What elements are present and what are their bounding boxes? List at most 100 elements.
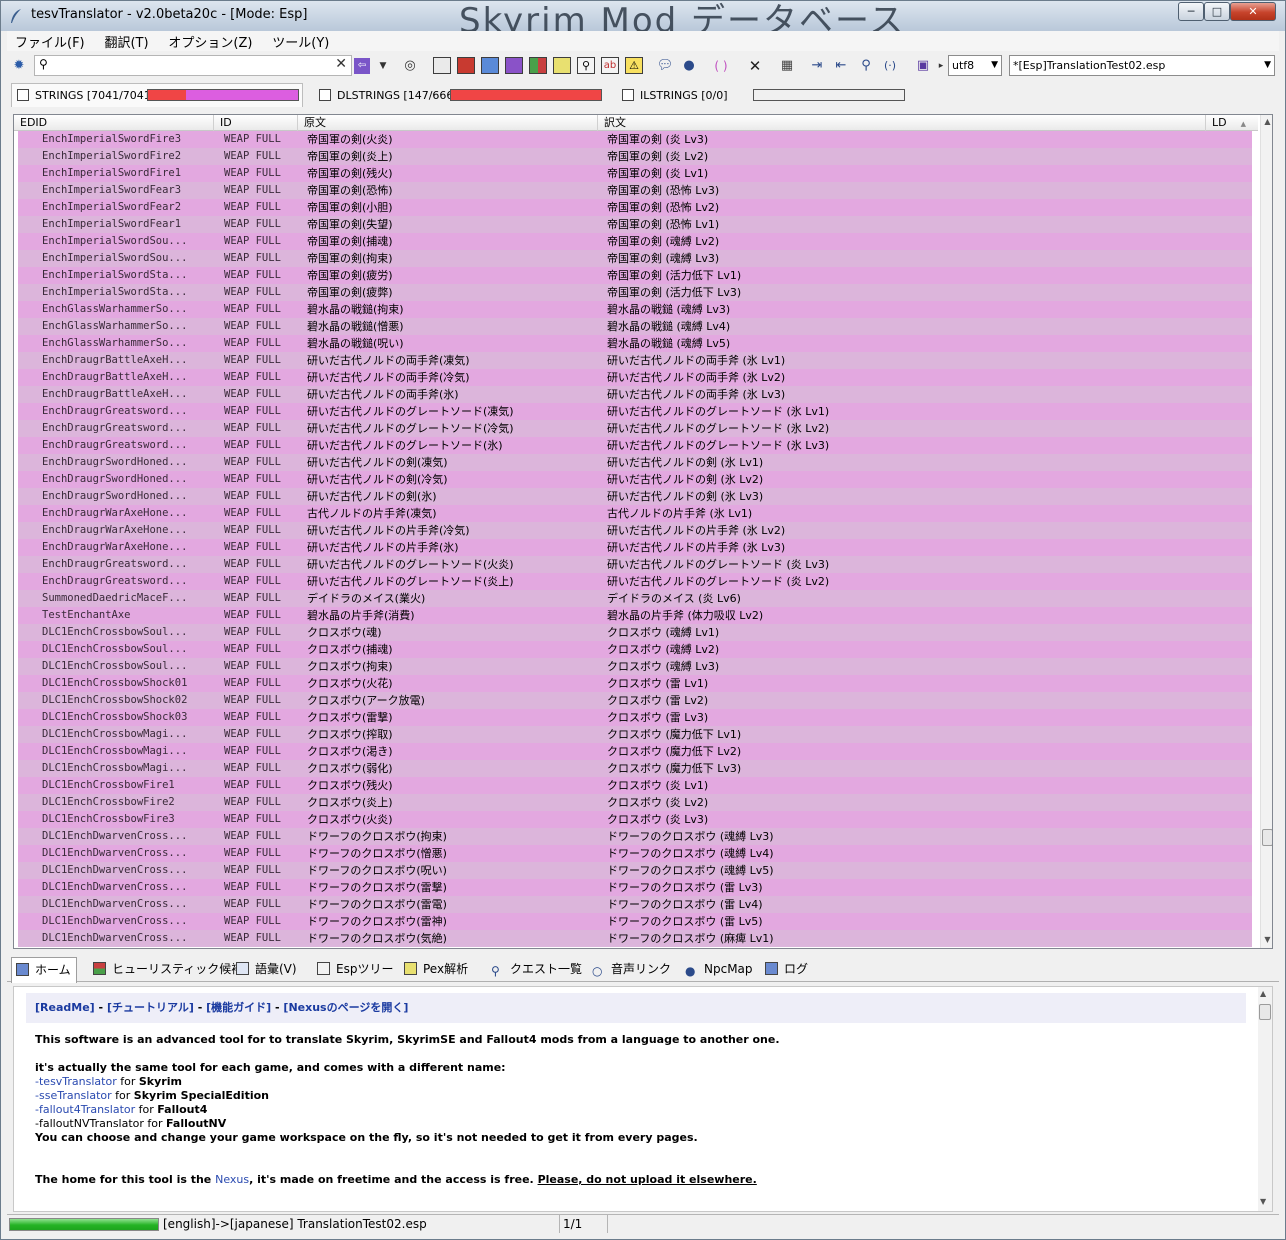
table-row[interactable]: SummonedDaedricMaceF... WEAP FULL デイドラのメイス… xyxy=(18,590,1252,607)
table-row[interactable]: EnchDraugrSwordHoned... WEAP FULL 研いだ古代ノルド… xyxy=(18,471,1252,488)
clear-search-icon[interactable]: ✕ xyxy=(335,56,347,72)
tab-heuristic[interactable]: ヒューリスティック候補 xyxy=(89,957,243,981)
home-scrollbar[interactable]: ▲ ▼ xyxy=(1258,987,1272,1211)
table-row[interactable]: DLC1EnchDwarvenCross... WEAP FULL ドワーフのクロス… xyxy=(18,828,1252,845)
table-row[interactable]: DLC1EnchCrossbowFire3 WEAP FULL クロスボウ(火炎) ク… xyxy=(18,811,1252,828)
table-row[interactable]: DLC1EnchDwarvenCross... WEAP FULL ドワーフのクロス… xyxy=(18,896,1252,913)
grid-scrollbar[interactable]: ▲ ▼ xyxy=(1260,115,1272,948)
home-scroll-down-icon[interactable]: ▼ xyxy=(1260,1197,1266,1206)
table-row[interactable]: EnchGlassWarhammerSo... WEAP FULL 碧水晶の戦鎚(憎… xyxy=(18,318,1252,335)
title-bar[interactable]: tesvTranslator - v2.0beta20c - [Mode: Es… xyxy=(1,1,1285,41)
tutorial-link[interactable]: [チュートリアル] xyxy=(107,1001,194,1014)
table-row[interactable]: DLC1EnchDwarvenCross... WEAP FULL ドワーフのクロス… xyxy=(18,862,1252,879)
table-row[interactable]: DLC1EnchCrossbowShock03 WEAP FULL クロスボウ(雷撃… xyxy=(18,709,1252,726)
export-icon[interactable]: ⇥ xyxy=(807,56,827,76)
tab-quests[interactable]: ⚲ クエスト一覧 xyxy=(487,957,582,981)
table-row[interactable]: EnchImperialSwordFear1 WEAP FULL 帝国軍の剣(失望)… xyxy=(18,216,1252,233)
table-row[interactable]: EnchDraugrBattleAxeH... WEAP FULL 研いだ古代ノルド… xyxy=(18,369,1252,386)
column-ld[interactable]: LD ▲ xyxy=(1206,115,1258,131)
home-scroll-up-icon[interactable]: ▲ xyxy=(1260,989,1266,998)
comment-icon[interactable]: 💬︎ xyxy=(655,56,675,76)
column-edid[interactable]: EDID xyxy=(14,115,214,131)
table-row[interactable]: DLC1EnchDwarvenCross... WEAP FULL ドワーフのクロス… xyxy=(18,930,1252,947)
back-arrow-icon[interactable]: ⇦ xyxy=(354,58,370,74)
table-row[interactable]: DLC1EnchDwarvenCross... WEAP FULL ドワーフのクロス… xyxy=(18,845,1252,862)
image-icon[interactable]: ▣ xyxy=(913,56,933,76)
grid-scroll-thumb[interactable] xyxy=(1262,829,1272,846)
close-button[interactable]: ✕ xyxy=(1230,2,1276,21)
table-row[interactable]: DLC1EnchDwarvenCross... WEAP FULL ドワーフのクロス… xyxy=(18,913,1252,930)
import-icon[interactable]: ⇤ xyxy=(831,56,851,76)
scroll-up-icon[interactable]: ▲ xyxy=(1262,117,1272,126)
table-row[interactable]: DLC1EnchCrossbowSoul... WEAP FULL クロスボウ(魂)… xyxy=(18,624,1252,641)
table-icon[interactable]: ▦ xyxy=(777,56,797,76)
column-source[interactable]: 原文 xyxy=(298,115,598,131)
feature-guide-link[interactable]: [機能ガイド] xyxy=(206,1001,271,1014)
ilstrings-tab[interactable]: ILSTRINGS [0/0] xyxy=(622,85,727,107)
table-row[interactable]: DLC1EnchCrossbowSoul... WEAP FULL クロスボウ(拘束… xyxy=(18,658,1252,675)
table-row[interactable]: EnchDraugrGreatsword... WEAP FULL 研いだ古代ノルド… xyxy=(18,437,1252,454)
table-row[interactable]: EnchImperialSwordSta... WEAP FULL 帝国軍の剣(疲弊… xyxy=(18,284,1252,301)
table-row[interactable]: EnchImperialSwordFear2 WEAP FULL 帝国軍の剣(小胆)… xyxy=(18,199,1252,216)
table-row[interactable]: EnchImperialSwordSou... WEAP FULL 帝国軍の剣(拘束… xyxy=(18,250,1252,267)
table-row[interactable]: DLC1EnchCrossbowMagi... WEAP FULL クロスボウ(搾取… xyxy=(18,726,1252,743)
column-id[interactable]: ID xyxy=(214,115,298,131)
nexus-page-link[interactable]: [Nexusのページを開く] xyxy=(283,1001,408,1014)
table-row[interactable]: EnchDraugrBattleAxeH... WEAP FULL 研いだ古代ノルド… xyxy=(18,352,1252,369)
search-box[interactable]: ⚲ ✕ xyxy=(34,55,352,76)
red-filter-icon[interactable] xyxy=(457,57,475,74)
table-row[interactable]: EnchDraugrWarAxeHone... WEAP FULL 研いだ古代ノルド… xyxy=(18,539,1252,556)
strings-tab[interactable]: STRINGS [7041/7041] xyxy=(17,85,155,107)
table-row[interactable]: EnchDraugrWarAxeHone... WEAP FULL 古代ノルドの片手… xyxy=(18,505,1252,522)
table-row[interactable]: EnchDraugrSwordHoned... WEAP FULL 研いだ古代ノルド… xyxy=(18,488,1252,505)
table-row[interactable]: EnchDraugrGreatsword... WEAP FULL 研いだ古代ノルド… xyxy=(18,420,1252,437)
tab-vocabulary[interactable]: 語彙(V) xyxy=(232,957,297,981)
maximize-button[interactable]: □ xyxy=(1204,2,1230,21)
table-row[interactable]: TestEnchantAxe WEAP FULL 碧水晶の片手斧(消費) 碧水晶の片手… xyxy=(18,607,1252,624)
menu-file[interactable]: ファイル(F) xyxy=(7,31,93,51)
column-translation[interactable]: 訳文 xyxy=(598,115,1206,131)
tab-npcmap[interactable]: ● NpcMap xyxy=(681,957,753,981)
readme-link[interactable]: [ReadMe] xyxy=(35,1001,95,1014)
file-select[interactable]: *[Esp]TranslationTest02.esp ▼ xyxy=(1009,55,1275,76)
tab-esp-tree[interactable]: Espツリー xyxy=(313,957,393,981)
find-icon[interactable]: ⚲ xyxy=(577,57,595,74)
minimize-button[interactable]: ─ xyxy=(1178,2,1204,21)
translation-grid[interactable]: EDID ID 原文 訳文 LD ▲ EnchImperialSwordFire3… xyxy=(13,114,1273,949)
table-row[interactable]: EnchDraugrBattleAxeH... WEAP FULL 研いだ古代ノルド… xyxy=(18,386,1252,403)
nexus-link[interactable]: Nexus xyxy=(215,1173,249,1186)
table-row[interactable]: EnchGlassWarhammerSo... WEAP FULL 碧水晶の戦鎚(呪… xyxy=(18,335,1252,352)
table-row[interactable]: DLC1EnchCrossbowMagi... WEAP FULL クロスボウ(弱化… xyxy=(18,760,1252,777)
tab-voice-link[interactable]: ○ 音声リンク xyxy=(588,957,671,981)
table-row[interactable]: EnchDraugrWarAxeHone... WEAP FULL 研いだ古代ノルド… xyxy=(18,522,1252,539)
table-row[interactable]: EnchDraugrSwordHoned... WEAP FULL 研いだ古代ノルド… xyxy=(18,454,1252,471)
table-row[interactable]: DLC1EnchCrossbowFire1 WEAP FULL クロスボウ(残火) ク… xyxy=(18,777,1252,794)
table-row[interactable]: EnchImperialSwordFire1 WEAP FULL 帝国軍の剣(残火)… xyxy=(18,165,1252,182)
blue-filter-icon[interactable] xyxy=(481,57,499,74)
yellow-filter-icon[interactable] xyxy=(553,57,571,74)
home-scroll-thumb[interactable] xyxy=(1259,1004,1271,1020)
table-row[interactable]: DLC1EnchCrossbowShock01 WEAP FULL クロスボウ(火花… xyxy=(18,675,1252,692)
sync-icon[interactable]: (·) xyxy=(880,56,900,76)
search-input[interactable] xyxy=(55,57,325,74)
table-row[interactable]: EnchImperialSwordFire3 WEAP FULL 帝国軍の剣(火炎)… xyxy=(18,131,1252,148)
purple-filter-icon[interactable] xyxy=(505,57,523,74)
tool-name-link[interactable]: fallout4Translator xyxy=(39,1103,135,1116)
target-icon[interactable]: ◎ xyxy=(400,56,420,76)
tool-name-link[interactable]: tesvTranslator xyxy=(39,1075,117,1088)
table-row[interactable]: EnchGlassWarhammerSo... WEAP FULL 碧水晶の戦鎚(拘… xyxy=(18,301,1252,318)
table-row[interactable]: DLC1EnchCrossbowSoul... WEAP FULL クロスボウ(捕魂… xyxy=(18,641,1252,658)
table-row[interactable]: DLC1EnchDwarvenCross... WEAP FULL ドワーフのクロス… xyxy=(18,879,1252,896)
delete-icon[interactable]: ✕ xyxy=(745,56,765,76)
user-icon[interactable]: ● xyxy=(679,56,699,76)
table-row[interactable]: EnchImperialSwordFear3 WEAP FULL 帝国軍の剣(恐怖)… xyxy=(18,182,1252,199)
table-row[interactable]: EnchDraugrGreatsword... WEAP FULL 研いだ古代ノルド… xyxy=(18,556,1252,573)
scroll-down-icon[interactable]: ▼ xyxy=(1262,935,1272,944)
table-row[interactable]: DLC1EnchCrossbowShock02 WEAP FULL クロスボウ(アー… xyxy=(18,692,1252,709)
dlstrings-tab[interactable]: DLSTRINGS [147/6663] xyxy=(319,85,465,107)
spellcheck-icon[interactable]: ab xyxy=(601,57,619,74)
tab-home[interactable]: ホーム xyxy=(11,957,77,983)
tool-name-link[interactable]: sseTranslator xyxy=(39,1089,112,1102)
table-row[interactable]: DLC1EnchCrossbowMagi... WEAP FULL クロスボウ(渇き… xyxy=(18,743,1252,760)
menu-translate[interactable]: 翻訳(T) xyxy=(96,31,156,51)
